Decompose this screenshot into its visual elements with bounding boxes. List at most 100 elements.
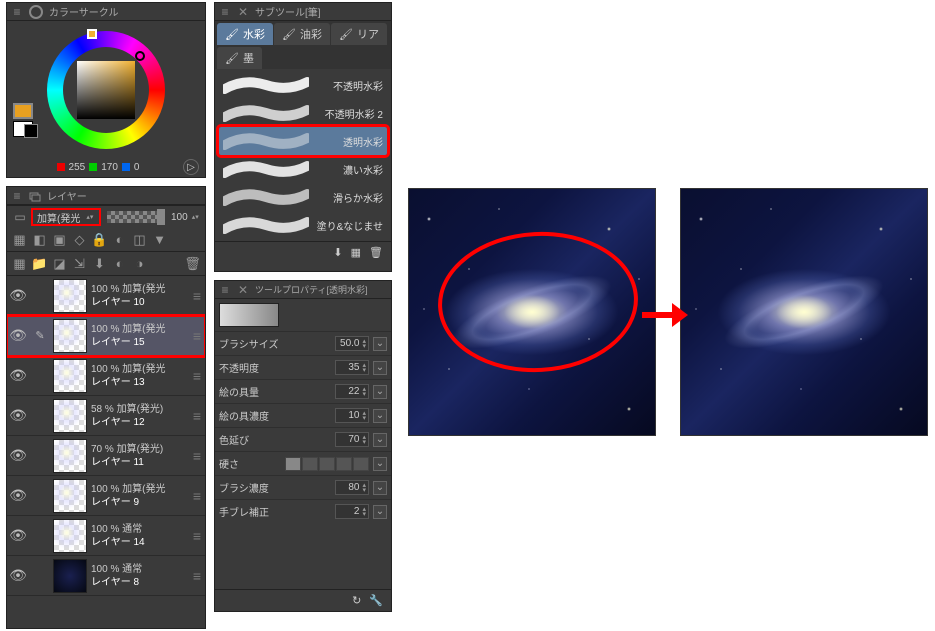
visibility-toggle[interactable]: 👁 <box>9 527 27 545</box>
close-icon[interactable]: ✕ <box>237 284 249 296</box>
subtool-tab-sumi[interactable]: 🖌 墨 <box>217 47 262 69</box>
background-swatch[interactable] <box>13 121 33 137</box>
property-value[interactable]: 35▴▾ <box>335 360 369 375</box>
normal-blend-icon[interactable]: ▭ <box>11 208 29 226</box>
property-value[interactable]: 2▴▾ <box>335 504 369 519</box>
visibility-toggle[interactable]: 👁 <box>9 567 27 585</box>
layer-row[interactable]: 👁100 % 加算(発光レイヤー 10≡ <box>7 276 205 316</box>
layer-menu-icon[interactable]: ≡ <box>193 368 201 384</box>
layer-thumbnail[interactable] <box>53 439 87 473</box>
blend-mode-dropdown[interactable]: 加算(発光 ▴▾ <box>31 208 101 226</box>
layer-menu-icon[interactable]: ≡ <box>193 408 201 424</box>
visibility-toggle[interactable]: 👁 <box>9 367 27 385</box>
color-mode-toggle[interactable]: ▷ <box>183 159 199 175</box>
expand-icon[interactable]: ⌄ <box>373 409 387 423</box>
wrench-icon[interactable]: 🔧 <box>369 594 383 607</box>
layer-menu-icon[interactable]: ≡ <box>193 528 201 544</box>
merge-icon[interactable]: ⬇ <box>91 255 108 272</box>
layer-name[interactable]: レイヤー 9 <box>91 496 189 509</box>
sv-handle[interactable] <box>135 51 145 61</box>
visibility-toggle[interactable]: 👁 <box>9 407 27 425</box>
brush-item[interactable]: 透明水彩 <box>219 127 387 155</box>
spinner-icon[interactable]: ▴▾ <box>362 483 366 493</box>
edit-target-icon[interactable]: ✎ <box>31 327 49 345</box>
brush-item[interactable]: 不透明水彩 <box>219 71 387 99</box>
layer-thumbnail[interactable] <box>53 319 87 353</box>
layer-thumbnail[interactable] <box>53 519 87 553</box>
layer-name[interactable]: レイヤー 8 <box>91 576 189 589</box>
expand-icon[interactable]: ⌄ <box>373 433 387 447</box>
expand-icon[interactable]: ⌄ <box>373 385 387 399</box>
layer-name[interactable]: レイヤー 15 <box>91 336 189 349</box>
add-subtool-icon[interactable]: ▦ <box>351 246 361 259</box>
brush-item[interactable]: 塗り&なじませ <box>219 211 387 239</box>
color-square[interactable] <box>77 61 135 119</box>
layer-name[interactable]: レイヤー 14 <box>91 536 189 549</box>
property-value[interactable]: 10▴▾ <box>335 408 369 423</box>
layer-name[interactable]: レイヤー 13 <box>91 376 189 389</box>
layer-thumbnail[interactable] <box>53 399 87 433</box>
color-wheel-area[interactable] <box>7 21 205 159</box>
layer-row[interactable]: 👁✎100 % 加算(発光レイヤー 15≡ <box>7 316 205 356</box>
spinner-icon[interactable]: ▴▾ <box>362 387 366 397</box>
layer-row[interactable]: 👁70 % 加算(発光)レイヤー 11≡ <box>7 436 205 476</box>
ruler-icon[interactable]: ◫ <box>131 231 148 248</box>
expand-icon[interactable]: ⌄ <box>373 505 387 519</box>
subtool-tab[interactable]: 🖌リア <box>331 23 387 45</box>
spinner-icon[interactable]: ▴▾ <box>362 363 366 373</box>
color-label-icon[interactable]: ▼ <box>151 231 168 248</box>
layer-name[interactable]: レイヤー 11 <box>91 456 189 469</box>
layer-row[interactable]: 👁100 % 通常レイヤー 14≡ <box>7 516 205 556</box>
layer-menu-icon[interactable]: ≡ <box>193 288 201 304</box>
layer-name[interactable]: レイヤー 10 <box>91 296 189 309</box>
layer-menu-icon[interactable]: ≡ <box>193 328 201 344</box>
reset-icon[interactable]: ↻ <box>352 594 361 607</box>
layer-thumbnail[interactable] <box>53 479 87 513</box>
spinner-icon[interactable]: ▴▾ <box>362 411 366 421</box>
expand-icon[interactable]: ⌄ <box>373 337 387 351</box>
draft-icon[interactable]: ◇ <box>71 231 88 248</box>
property-value[interactable]: 22▴▾ <box>335 384 369 399</box>
visibility-toggle[interactable]: 👁 <box>9 447 27 465</box>
layer-menu-icon[interactable]: ≡ <box>193 568 201 584</box>
lock-icon[interactable]: 🔒 <box>91 231 108 248</box>
delete-layer-icon[interactable]: 🗑 <box>184 255 201 272</box>
layer-menu-icon[interactable]: ≡ <box>193 448 201 464</box>
visibility-toggle[interactable]: 👁 <box>9 287 27 305</box>
transfer-icon[interactable]: ⇲ <box>71 255 88 272</box>
brush-item[interactable]: 不透明水彩 2 <box>219 99 387 127</box>
property-value[interactable]: 80▴▾ <box>335 480 369 495</box>
menu-icon[interactable]: ≡ <box>11 190 23 202</box>
visibility-toggle[interactable]: 👁 <box>9 327 27 345</box>
layer-row[interactable]: 👁58 % 加算(発光)レイヤー 12≡ <box>7 396 205 436</box>
brush-item[interactable]: 濃い水彩 <box>219 155 387 183</box>
hue-handle[interactable] <box>87 29 97 39</box>
layer-thumbnail[interactable] <box>53 359 87 393</box>
spinner-icon[interactable]: ▴▾ <box>362 507 366 517</box>
lock-all-icon[interactable]: ▦ <box>11 231 28 248</box>
menu-icon[interactable]: ≡ <box>219 284 231 296</box>
brush-item[interactable]: 滑らか水彩 <box>219 183 387 211</box>
create-mask-icon[interactable]: ◐ <box>111 255 128 272</box>
opacity-slider[interactable] <box>107 211 165 223</box>
download-icon[interactable]: ⬇ <box>333 246 342 259</box>
menu-icon[interactable]: ≡ <box>11 6 23 18</box>
apply-mask-icon[interactable]: ◑ <box>131 255 148 272</box>
property-value[interactable]: 50.0▴▾ <box>335 336 369 351</box>
layer-menu-icon[interactable]: ≡ <box>193 488 201 504</box>
layer-row[interactable]: 👁100 % 加算(発光レイヤー 13≡ <box>7 356 205 396</box>
layer-row[interactable]: 👁100 % 加算(発光レイヤー 9≡ <box>7 476 205 516</box>
menu-icon[interactable]: ≡ <box>219 6 231 18</box>
expand-icon[interactable]: ⌄ <box>373 481 387 495</box>
spinner-icon[interactable]: ▴▾ <box>362 435 366 445</box>
subtool-tab[interactable]: 🖌油彩 <box>274 23 330 45</box>
visibility-toggle[interactable]: 👁 <box>9 487 27 505</box>
hardness-selector[interactable] <box>285 457 369 471</box>
layer-thumbnail[interactable] <box>53 559 87 593</box>
expand-icon[interactable]: ⌄ <box>373 457 387 471</box>
close-icon[interactable]: ✕ <box>237 6 249 18</box>
property-value[interactable]: 70▴▾ <box>335 432 369 447</box>
new-correction-icon[interactable]: ◪ <box>51 255 68 272</box>
new-folder-icon[interactable]: 📁 <box>31 255 48 272</box>
expand-icon[interactable]: ⌄ <box>373 361 387 375</box>
